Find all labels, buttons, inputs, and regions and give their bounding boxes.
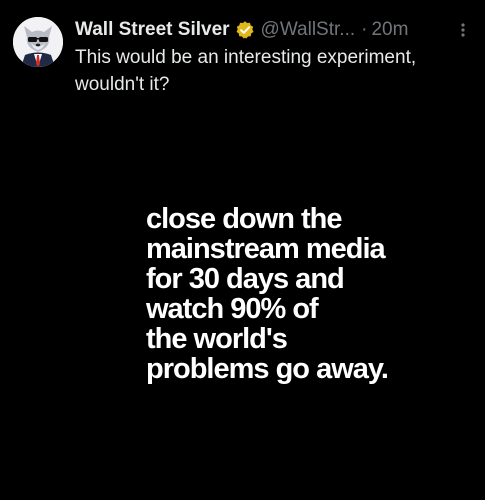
verified-badge-icon xyxy=(235,20,255,40)
user-handle[interactable]: @WallStr... xyxy=(261,17,356,43)
wolf-avatar-icon xyxy=(13,17,63,67)
timestamp[interactable]: 20m xyxy=(371,17,408,43)
image-caption-text: close down the mainstream media for 30 d… xyxy=(146,203,389,385)
tweet-header: Wall Street Silver @WallStr... · 20m xyxy=(75,17,477,43)
avatar[interactable] xyxy=(13,17,63,67)
more-options-icon[interactable] xyxy=(455,21,471,39)
tweet-text: This would be an interesting experiment,… xyxy=(75,47,417,95)
display-name[interactable]: Wall Street Silver xyxy=(75,17,230,43)
tweet[interactable]: Wall Street Silver @WallStr... · 20m Thi… xyxy=(0,0,485,500)
tweet-image[interactable]: close down the mainstream media for 30 d… xyxy=(75,140,485,500)
separator-dot: · xyxy=(361,19,368,40)
